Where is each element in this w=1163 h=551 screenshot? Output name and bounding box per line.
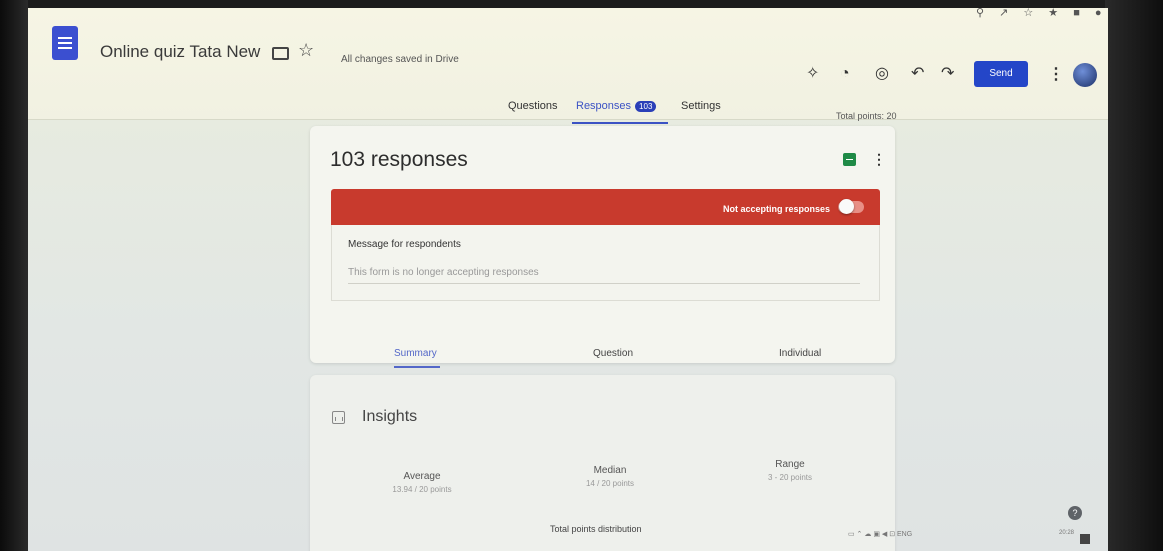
preview-icon[interactable]: ◎ xyxy=(875,66,889,82)
accepting-banner: Not accepting responses xyxy=(331,189,880,225)
sheets-icon[interactable] xyxy=(843,153,856,166)
tab-questions[interactable]: Questions xyxy=(508,100,558,112)
monitor-bezel-left xyxy=(0,0,28,551)
monitor-bezel-right xyxy=(1105,0,1163,551)
tab-responses-label: Responses xyxy=(576,100,632,112)
stat-average: Average 13.94 / 20 points xyxy=(362,471,482,494)
save-status: All changes saved in Drive xyxy=(341,54,459,65)
responses-count-badge: 103 xyxy=(635,101,657,112)
taskbar-lang: ENG xyxy=(897,531,913,538)
message-input-underline xyxy=(348,283,860,284)
taskbar-clock[interactable]: 20:28 xyxy=(1046,530,1074,537)
form-title[interactable]: Online quiz Tata New xyxy=(100,42,260,62)
addon-icon[interactable]: ✧ xyxy=(806,66,819,82)
accepting-status-label: Not accepting responses xyxy=(723,204,831,214)
stat-range: Range 3 - 20 points xyxy=(730,459,850,482)
summary-tab-indicator xyxy=(394,366,440,368)
stat-range-label: Range xyxy=(775,459,805,470)
avatar[interactable] xyxy=(1073,63,1097,87)
tab-summary[interactable]: Summary xyxy=(394,348,437,359)
help-icon[interactable]: ? xyxy=(1068,506,1082,520)
insights-title: Insights xyxy=(362,408,418,425)
responses-more-icon[interactable]: ⋮ xyxy=(872,151,886,168)
star-icon[interactable]: ☆ xyxy=(298,41,314,59)
stat-median: Median 14 / 20 points xyxy=(550,465,670,488)
total-points: Total points: 20 xyxy=(836,111,897,121)
send-button[interactable]: Send xyxy=(974,61,1028,87)
taskbar-tray[interactable]: ▭ ⌃ ☁ ▣ ◀ ⊡ ENG xyxy=(848,530,912,538)
message-box: Message for respondents This form is no … xyxy=(331,225,880,301)
responses-card: 103 responses ⋮ Not accepting responses … xyxy=(310,126,895,363)
notification-icon[interactable] xyxy=(1080,534,1090,544)
redo-icon[interactable]: ↷ xyxy=(941,66,954,82)
stat-average-label: Average xyxy=(403,471,441,482)
accepting-responses-toggle[interactable] xyxy=(838,199,864,214)
app-header: ⚲ ↗ ☆ ★ ■ ● Online quiz Tata New ☆ All c… xyxy=(28,8,1108,121)
screen: ⚲ ↗ ☆ ★ ■ ● Online quiz Tata New ☆ All c… xyxy=(28,8,1108,551)
stat-median-label: Median xyxy=(593,465,627,476)
message-label: Message for respondents xyxy=(348,239,461,250)
palette-icon[interactable]: ◔ xyxy=(840,66,850,82)
stat-average-value: 13.94 / 20 points xyxy=(392,485,452,494)
active-tab-indicator xyxy=(572,122,668,124)
tab-settings[interactable]: Settings xyxy=(681,100,721,112)
stat-median-value: 14 / 20 points xyxy=(585,479,635,488)
tab-individual[interactable]: Individual xyxy=(779,348,821,359)
browser-extension-icons[interactable]: ⚲ ↗ ☆ ★ ■ ● xyxy=(976,8,1108,19)
stat-range-value: 3 - 20 points xyxy=(767,473,813,482)
distribution-title: Total points distribution xyxy=(550,524,642,534)
responses-count-title: 103 responses xyxy=(330,148,468,171)
message-input[interactable]: This form is no longer accepting respons… xyxy=(348,267,539,278)
folder-icon[interactable] xyxy=(272,47,289,60)
forms-icon[interactable] xyxy=(52,26,78,60)
insights-icon xyxy=(332,411,345,424)
insights-card: Insights Average 13.94 / 20 points Media… xyxy=(310,375,895,551)
undo-icon[interactable]: ↶ xyxy=(911,66,924,82)
more-icon[interactable]: ⋮ xyxy=(1048,64,1064,84)
tab-responses[interactable]: Responses 103 xyxy=(576,100,657,112)
response-view-tabs: Summary Question Individual xyxy=(310,326,895,363)
tab-question[interactable]: Question xyxy=(593,348,633,359)
form-tabs: Questions Responses 103 Settings xyxy=(28,100,1108,120)
